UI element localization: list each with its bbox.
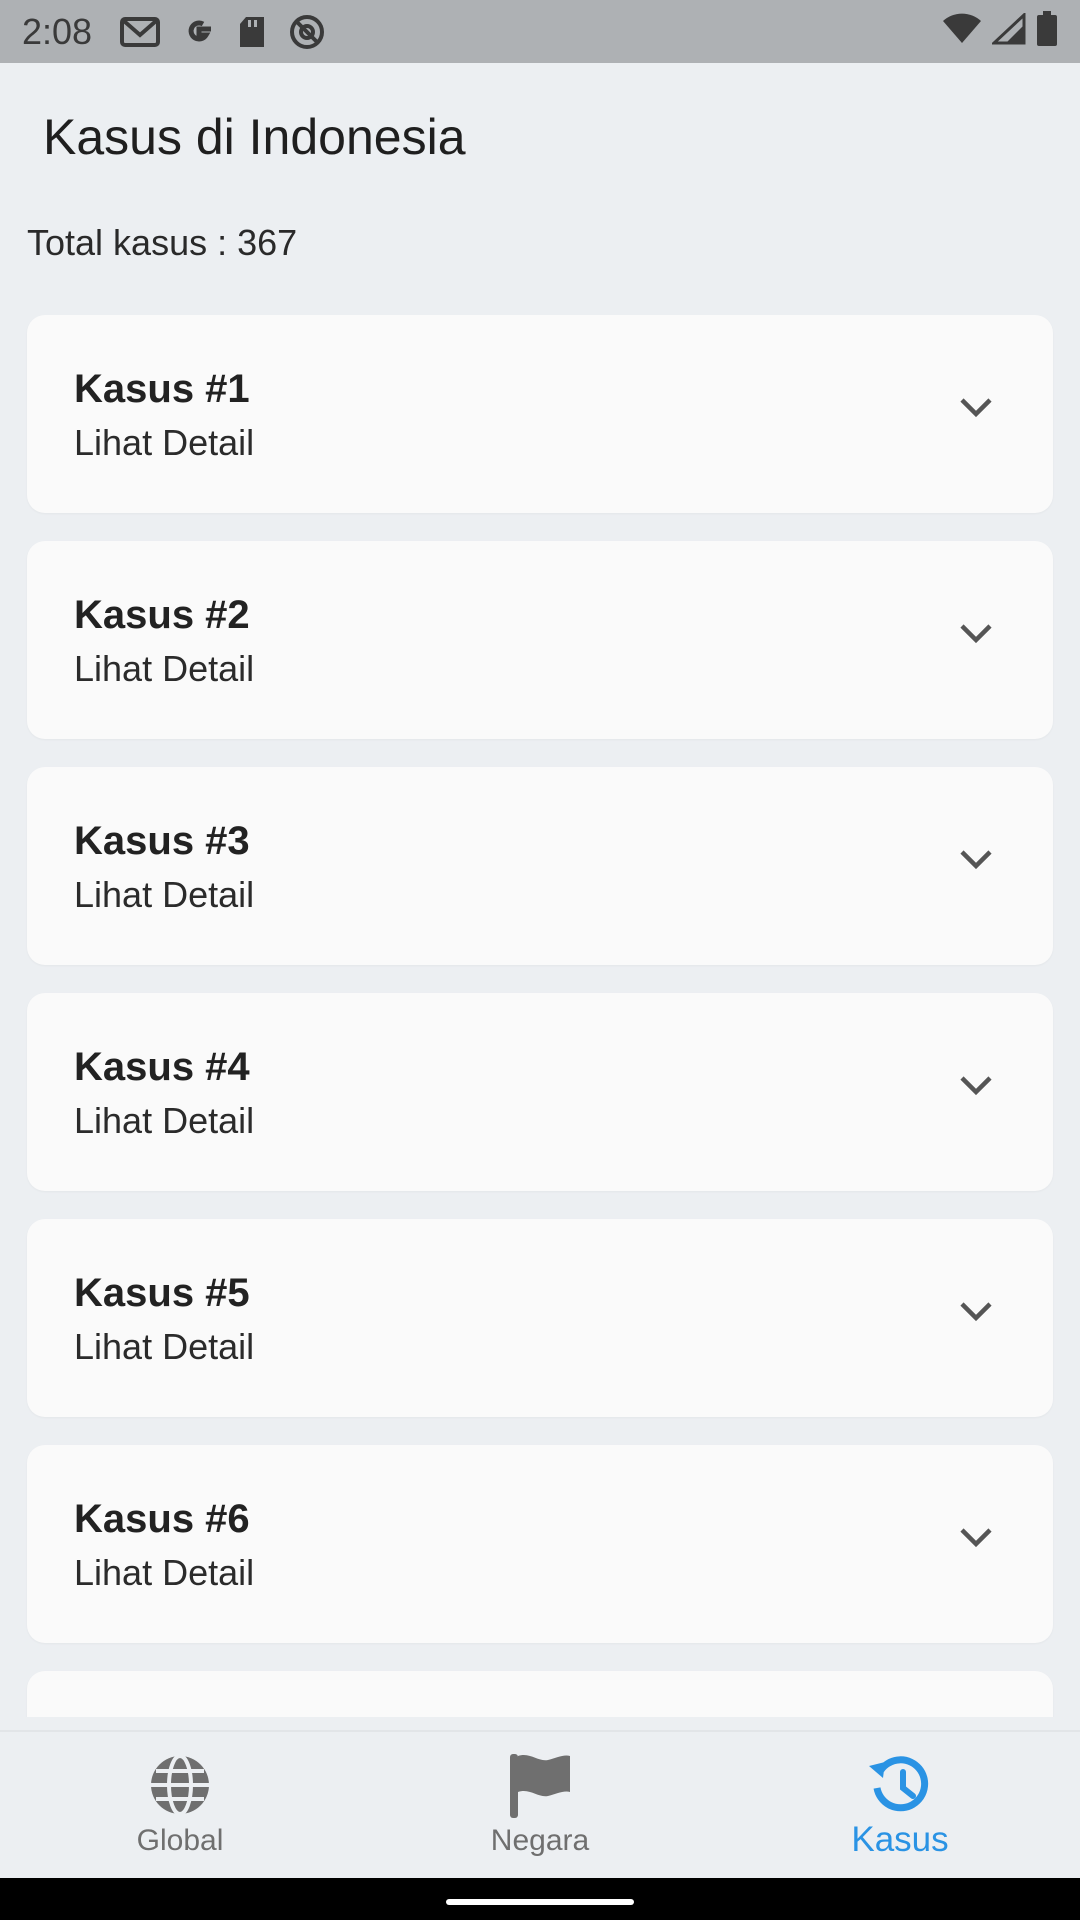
system-icons: [942, 11, 1058, 52]
flag-icon: [508, 1752, 572, 1818]
case-detail-link: Lihat Detail: [74, 874, 255, 915]
chevron-down-icon[interactable]: [959, 849, 993, 876]
at-sign-icon: [288, 13, 326, 51]
case-card-partial[interactable]: [27, 1671, 1053, 1717]
case-card[interactable]: Kasus #4 Lihat Detail: [27, 993, 1053, 1191]
wifi-icon: [942, 13, 982, 50]
chevron-down-icon[interactable]: [959, 397, 993, 424]
chevron-down-icon[interactable]: [959, 1075, 993, 1102]
case-detail-link: Lihat Detail: [74, 1100, 255, 1141]
case-card[interactable]: Kasus #1 Lihat Detail: [27, 315, 1053, 513]
battery-icon: [1036, 11, 1058, 52]
nav-label-global: Global: [136, 1824, 224, 1857]
total-cases-label: Total kasus :: [27, 222, 238, 263]
case-detail-link: Lihat Detail: [74, 422, 255, 463]
total-cases: Total kasus : 367: [27, 222, 297, 264]
signal-icon: [990, 11, 1026, 50]
case-card[interactable]: Kasus #2 Lihat Detail: [27, 541, 1053, 739]
case-title: Kasus #4: [74, 1045, 250, 1089]
case-title: Kasus #1: [74, 367, 250, 411]
status-time: 2:08: [22, 10, 93, 52]
status-bar: 2:08: [0, 0, 1080, 63]
notification-icons: [120, 13, 326, 51]
case-list[interactable]: Kasus #1 Lihat Detail Kasus #2 Lihat Det…: [0, 315, 1080, 1717]
case-title: Kasus #5: [74, 1271, 250, 1315]
case-title: Kasus #3: [74, 819, 250, 863]
chevron-down-icon[interactable]: [959, 623, 993, 650]
case-card[interactable]: Kasus #3 Lihat Detail: [27, 767, 1053, 965]
case-detail-link: Lihat Detail: [74, 1552, 255, 1593]
chevron-down-icon[interactable]: [959, 1301, 993, 1328]
nav-item-negara[interactable]: Negara: [360, 1732, 720, 1880]
case-card[interactable]: Kasus #5 Lihat Detail: [27, 1219, 1053, 1417]
page-title: Kasus di Indonesia: [43, 109, 466, 165]
total-cases-value: 367: [237, 222, 298, 263]
gmail-icon: [120, 16, 161, 48]
bottom-navigation: Global Negara Kasus: [0, 1730, 1080, 1878]
case-title: Kasus #6: [74, 1497, 250, 1541]
sd-card-icon: [238, 15, 266, 49]
case-detail-link: Lihat Detail: [74, 648, 255, 689]
system-gesture-bar: [0, 1878, 1080, 1920]
globe-icon: [149, 1752, 211, 1818]
home-gesture-handle[interactable]: [446, 1899, 634, 1905]
case-card[interactable]: Kasus #6 Lihat Detail: [27, 1445, 1053, 1643]
history-icon: [867, 1752, 933, 1818]
case-title: Kasus #2: [74, 593, 250, 637]
google-icon: [182, 15, 216, 49]
nav-label-kasus: Kasus: [851, 1820, 949, 1859]
chevron-down-icon[interactable]: [959, 1527, 993, 1554]
nav-item-global[interactable]: Global: [0, 1732, 360, 1880]
nav-item-kasus[interactable]: Kasus: [720, 1732, 1080, 1880]
case-detail-link: Lihat Detail: [74, 1326, 255, 1367]
nav-label-negara: Negara: [490, 1824, 590, 1857]
